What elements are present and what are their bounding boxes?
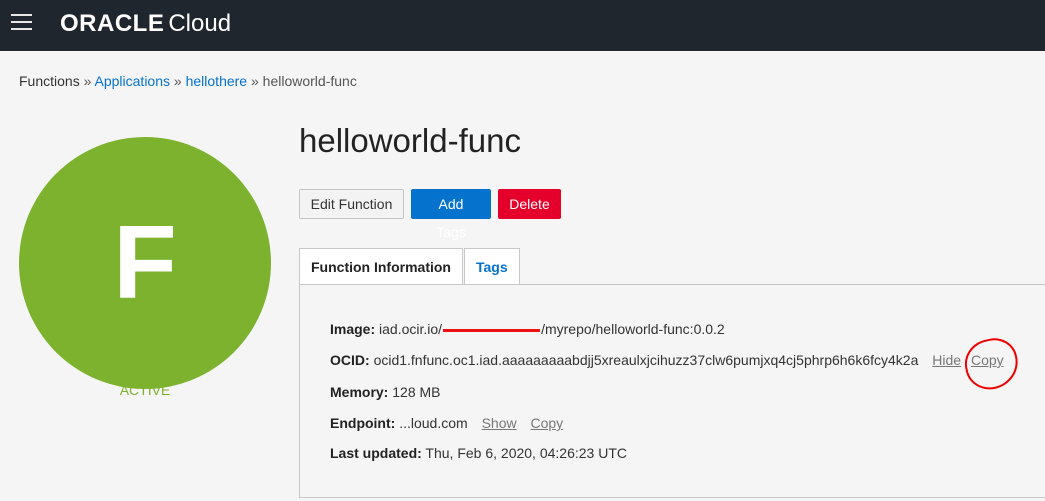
ocid-row: OCID: ocid1.fnfunc.oc1.iad.aaaaaaaaabdjj…: [330, 352, 1004, 368]
breadcrumb-applications-link[interactable]: Applications: [95, 73, 171, 89]
logo-brand: ORACLE: [60, 10, 165, 37]
tab-tags[interactable]: Tags: [463, 248, 520, 284]
delete-button[interactable]: Delete: [498, 189, 561, 219]
top-navigation-bar: ORACLE Cloud: [0, 0, 1045, 51]
endpoint-show-link[interactable]: Show: [482, 415, 517, 431]
image-row: Image: iad.ocir.io/ /myrepo/helloworld-fu…: [330, 321, 725, 337]
action-buttons: Edit Function Add Tags Delete: [299, 189, 568, 240]
function-information-panel: Image: iad.ocir.io/ /myrepo/helloworld-fu…: [299, 284, 1045, 498]
endpoint-value: ...loud.com: [399, 415, 468, 431]
hamburger-menu-icon[interactable]: [11, 14, 32, 32]
redaction-mark: [443, 328, 541, 332]
breadcrumb-current: helloworld-func: [262, 73, 357, 89]
function-avatar: F: [19, 137, 271, 389]
add-tags-button[interactable]: Add Tags: [411, 189, 491, 240]
image-suffix: /myrepo/helloworld-func:0.0.2: [541, 321, 725, 337]
endpoint-label: Endpoint:: [330, 415, 396, 431]
oracle-cloud-logo[interactable]: ORACLE Cloud: [60, 10, 231, 38]
breadcrumb-separator: »: [250, 73, 259, 89]
tab-function-information[interactable]: Function Information: [299, 248, 463, 285]
memory-label: Memory:: [330, 384, 389, 400]
page-title: helloworld-func: [299, 122, 521, 159]
image-prefix: iad.ocir.io/: [379, 321, 443, 337]
last-updated-value: Thu, Feb 6, 2020, 04:26:23 UTC: [425, 445, 627, 461]
ocid-value: ocid1.fnfunc.oc1.iad.aaaaaaaaabdjj5xreau…: [373, 352, 919, 368]
breadcrumb-functions: Functions: [19, 73, 80, 89]
memory-row: Memory: 128 MB: [330, 384, 441, 400]
image-label: Image:: [330, 321, 376, 337]
last-updated-row: Last updated: Thu, Feb 6, 2020, 04:26:23…: [330, 445, 627, 461]
detail-tabs: Function Information Tags: [299, 248, 521, 285]
breadcrumb: Functions » Applications » hellothere » …: [19, 73, 357, 89]
breadcrumb-app-link[interactable]: hellothere: [186, 73, 248, 89]
endpoint-row: Endpoint: ...loud.com Show Copy: [330, 415, 563, 431]
ocid-hide-link[interactable]: Hide: [932, 352, 961, 368]
breadcrumb-separator: »: [173, 73, 182, 89]
logo-product: Cloud: [168, 10, 232, 37]
last-updated-label: Last updated:: [330, 445, 422, 461]
status-label: ACTIVE: [119, 382, 171, 398]
avatar-letter: F: [113, 205, 177, 321]
memory-value: 128 MB: [392, 384, 441, 400]
ocid-label: OCID:: [330, 352, 370, 368]
breadcrumb-separator: »: [83, 73, 92, 89]
endpoint-copy-link[interactable]: Copy: [531, 415, 564, 431]
edit-function-button[interactable]: Edit Function: [299, 189, 404, 219]
